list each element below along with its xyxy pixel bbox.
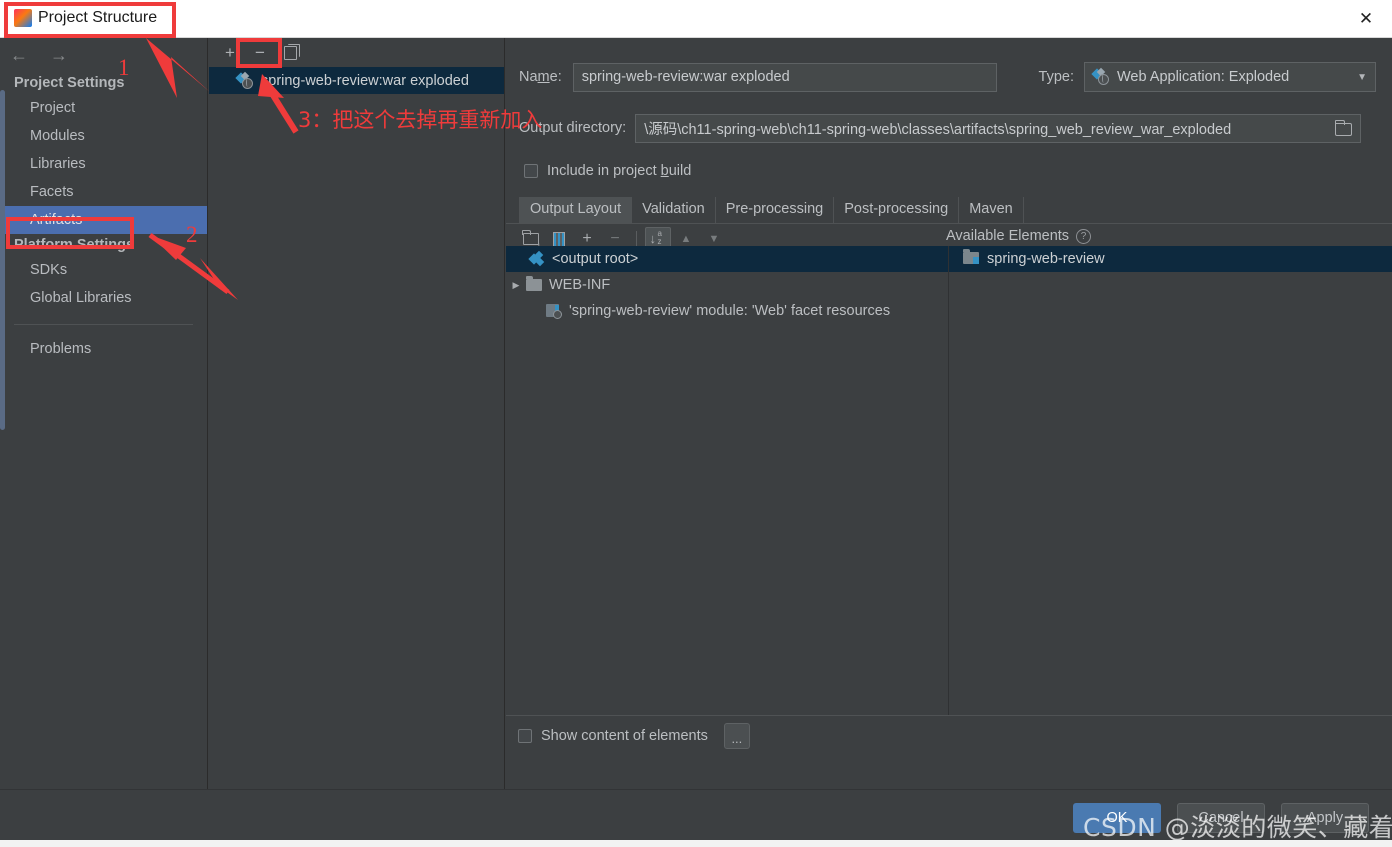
- available-elements-label: Available Elements: [946, 228, 1070, 244]
- sidebar-item-global-libraries[interactable]: Global Libraries: [0, 284, 207, 312]
- tree-row-web-inf[interactable]: ▶ WEB-INF: [506, 272, 948, 298]
- output-layout-tree: <output root> ▶ WEB-INF 'spring-web-revi…: [506, 246, 949, 715]
- war-exploded-icon: [235, 71, 254, 89]
- show-content-row: Show content of elements ...: [506, 715, 1392, 755]
- chevron-right-icon[interactable]: ▶: [506, 280, 526, 291]
- output-directory-value: \源码\ch11-spring-web\ch11-spring-web\clas…: [644, 121, 1232, 138]
- project-structure-dialog: Project Structure ✕ ← → Project Settings…: [0, 0, 1392, 847]
- tab-output-layout[interactable]: Output Layout: [519, 197, 633, 223]
- include-in-build-label: Include in project build: [547, 163, 692, 179]
- window-title: Project Structure: [38, 9, 158, 27]
- sidebar-group-platform-settings: Platform Settings: [14, 237, 135, 253]
- name-label: Name:: [519, 69, 562, 85]
- module-icon: [963, 249, 980, 266]
- sidebar-group-project-settings: Project Settings: [14, 75, 125, 91]
- tree-row-facet-resources[interactable]: 'spring-web-review' module: 'Web' facet …: [506, 298, 948, 324]
- tree-row-label: 'spring-web-review' module: 'Web' facet …: [569, 303, 891, 319]
- sort-az-icon: ↓ a z: [649, 229, 662, 247]
- more-options-button[interactable]: ...: [723, 722, 750, 749]
- tab-maven[interactable]: Maven: [959, 197, 1024, 223]
- chevron-down-icon: ▼: [1357, 71, 1367, 83]
- settings-sidebar: ← → Project Settings Project Modules Lib…: [0, 38, 208, 830]
- sidebar-item-project[interactable]: Project: [0, 94, 207, 122]
- close-icon[interactable]: ✕: [1340, 0, 1392, 37]
- show-content-label: Show content of elements: [541, 727, 708, 744]
- name-row: Name: spring-web-review:war exploded Typ…: [506, 61, 1392, 93]
- copy-icon: [283, 43, 300, 60]
- title-bar: Project Structure ✕: [0, 0, 1392, 38]
- sidebar-nav-arrows: ← →: [0, 38, 207, 72]
- question-mark-icon[interactable]: ?: [1076, 228, 1092, 244]
- sidebar-item-artifacts[interactable]: Artifacts: [0, 206, 207, 234]
- output-directory-label: Output directory:: [519, 120, 627, 136]
- copy-artifact-button[interactable]: [277, 41, 303, 65]
- tree-row-label: WEB-INF: [549, 277, 611, 293]
- tree-row-output-root[interactable]: <output root>: [506, 246, 948, 272]
- sidebar-divider: [14, 324, 193, 325]
- tab-validation[interactable]: Validation: [632, 197, 716, 223]
- type-group: Type: Web Application: Exploded ▼: [1039, 62, 1376, 92]
- archive-icon: [553, 231, 565, 247]
- output-directory-input[interactable]: \源码\ch11-spring-web\ch11-spring-web\clas…: [635, 113, 1362, 143]
- artifact-detail-panel: Name: spring-web-review:war exploded Typ…: [506, 38, 1392, 789]
- output-root-icon: [528, 250, 546, 267]
- folder-add-icon: [522, 230, 542, 252]
- output-directory-row: Output directory: \源码\ch11-spring-web\ch…: [506, 113, 1392, 143]
- available-element-row[interactable]: spring-web-review: [949, 246, 1392, 272]
- tab-post-processing[interactable]: Post-processing: [834, 197, 960, 223]
- sidebar-item-libraries[interactable]: Libraries: [0, 150, 207, 178]
- sidebar-item-sdks[interactable]: SDKs: [0, 256, 207, 284]
- sidebar-item-facets[interactable]: Facets: [0, 178, 207, 206]
- folder-icon: [1334, 119, 1353, 136]
- module-web-facet-icon: [546, 303, 563, 319]
- remove-artifact-button[interactable]: −: [247, 41, 273, 65]
- add-artifact-button[interactable]: +: [217, 41, 243, 65]
- intellij-idea-icon: [12, 9, 30, 28]
- tab-pre-processing[interactable]: Pre-processing: [716, 197, 835, 223]
- available-elements-tree: spring-web-review: [949, 246, 1392, 715]
- sidebar-scrollbar[interactable]: [0, 90, 5, 430]
- show-content-checkbox[interactable]: [518, 728, 532, 743]
- include-in-build-checkbox[interactable]: [524, 164, 538, 178]
- csdn-watermark: CSDN @淡淡的微笑、藏着伤！: [1083, 813, 1392, 842]
- back-arrow-icon[interactable]: ←: [10, 46, 28, 64]
- detail-tabs: Output Layout Validation Pre-processing …: [506, 197, 1392, 224]
- available-elements-header: Available Elements ?: [946, 228, 1092, 244]
- artifact-list-item[interactable]: spring-web-review:war exploded: [209, 67, 504, 94]
- artifact-item-label: spring-web-review:war exploded: [261, 72, 469, 89]
- artifact-name-input[interactable]: spring-web-review:war exploded: [572, 62, 997, 92]
- include-in-build-row[interactable]: Include in project build: [506, 158, 1392, 184]
- trees-container: <output root> ▶ WEB-INF 'spring-web-revi…: [506, 246, 1392, 715]
- available-element-label: spring-web-review: [987, 251, 1105, 267]
- type-label: Type:: [1038, 69, 1074, 85]
- page-bottom-strip: [0, 840, 1392, 847]
- artifact-type-value: Web Application: Exploded: [1117, 69, 1290, 85]
- forward-arrow-icon[interactable]: →: [50, 46, 68, 64]
- web-application-icon: [1091, 67, 1110, 85]
- tree-row-label: <output root>: [552, 251, 639, 267]
- sidebar-item-problems[interactable]: Problems: [0, 335, 207, 363]
- toolbar-separator: [636, 231, 637, 247]
- artifacts-toolbar: + −: [209, 38, 504, 67]
- artifact-type-select[interactable]: Web Application: Exploded ▼: [1084, 62, 1376, 92]
- browse-folder-button[interactable]: [1328, 115, 1360, 142]
- folder-icon: [526, 276, 542, 291]
- sidebar-item-modules[interactable]: Modules: [0, 122, 207, 150]
- artifacts-list-panel: + − spring-web-review:war exploded: [209, 38, 505, 789]
